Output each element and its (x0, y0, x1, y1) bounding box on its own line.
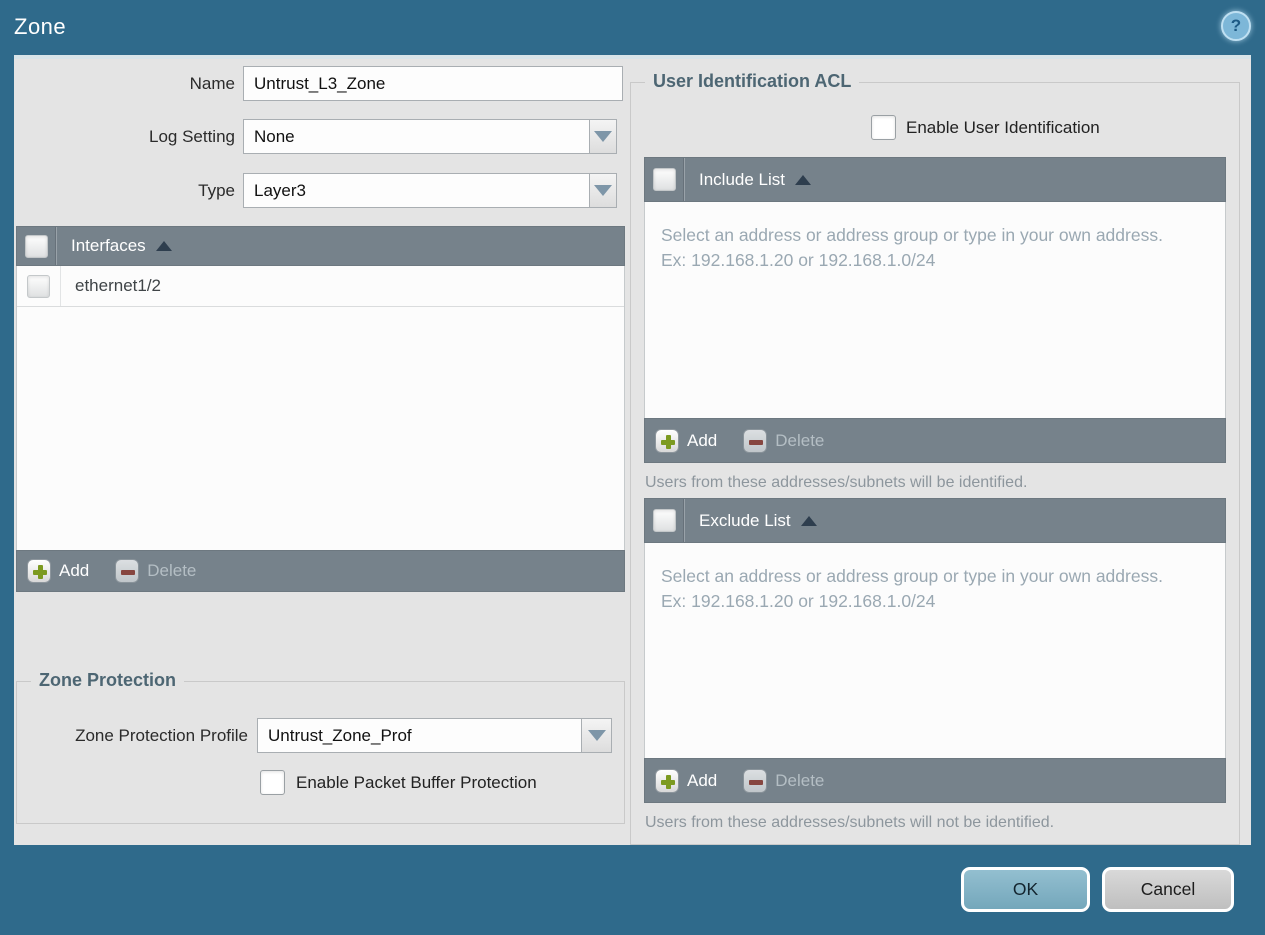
chevron-down-icon (594, 185, 612, 196)
type-label: Type (198, 181, 235, 200)
delete-minus-icon (743, 768, 768, 793)
interfaces-table-toolbar: Add Delete (16, 550, 625, 592)
delete-button-label: Delete (147, 561, 197, 580)
exclude-list-toolbar: Add Delete (644, 758, 1226, 803)
log-setting-value[interactable]: None (243, 119, 589, 154)
exclude-select-all-cell[interactable] (645, 499, 685, 542)
delete-button-label: Delete (775, 770, 825, 790)
ok-button[interactable]: OK (961, 867, 1090, 912)
add-plus-icon (655, 428, 679, 453)
log-setting-dropdown[interactable]: None (243, 119, 617, 154)
zone-protection-section: Zone Protection Zone Protection Profile … (16, 670, 625, 824)
include-delete-button[interactable]: Delete (743, 428, 825, 453)
zone-protection-profile-label: Zone Protection Profile (75, 726, 248, 745)
delete-minus-icon (115, 559, 140, 583)
include-list-toolbar: Add Delete (644, 418, 1226, 463)
interfaces-table: Interfaces ethernet1/2 Add Delete (16, 226, 625, 592)
interfaces-select-all-cell[interactable] (17, 227, 57, 265)
type-dropdown[interactable]: Layer3 (243, 173, 617, 208)
exclude-select-all-checkbox[interactable] (653, 509, 676, 532)
include-select-all-checkbox[interactable] (653, 168, 676, 191)
type-value[interactable]: Layer3 (243, 173, 589, 208)
include-list-body[interactable]: Select an address or address group or ty… (644, 202, 1226, 418)
include-add-button[interactable]: Add (655, 428, 718, 453)
sort-ascending-icon (155, 241, 172, 251)
include-list-table: Include List Select an address or addres… (644, 157, 1226, 463)
interfaces-table-body: ethernet1/2 (16, 266, 625, 550)
add-plus-icon (655, 768, 679, 793)
log-setting-label: Log Setting (148, 127, 235, 146)
add-button-label: Add (59, 561, 90, 580)
enable-user-identification-row: Enable User Identification (871, 115, 1100, 140)
packet-buffer-protection-checkbox[interactable] (260, 770, 285, 795)
interface-row[interactable]: ethernet1/2 (17, 266, 624, 307)
log-setting-dropdown-button[interactable] (589, 119, 617, 154)
include-list-placeholder: Select an address or address group or ty… (661, 225, 1163, 270)
enable-user-identification-checkbox[interactable] (871, 115, 896, 140)
dialog-title: Zone (14, 14, 67, 39)
interface-name[interactable]: ethernet1/2 (75, 276, 161, 296)
zone-protection-profile-dropdown-button[interactable] (581, 718, 612, 753)
exclude-list-column-header[interactable]: Exclude List (699, 511, 791, 531)
include-select-all-cell[interactable] (645, 158, 685, 201)
interface-row-checkbox[interactable] (27, 274, 50, 298)
interfaces-select-all-checkbox[interactable] (25, 234, 48, 258)
user-identification-acl-legend: User Identification ACL (645, 71, 860, 92)
chevron-down-icon (587, 730, 606, 741)
exclude-list-header[interactable]: Exclude List (644, 498, 1226, 543)
zone-protection-legend: Zone Protection (31, 670, 185, 691)
add-button-label: Add (687, 430, 718, 450)
type-dropdown-button[interactable] (589, 173, 617, 208)
exclude-add-button[interactable]: Add (655, 768, 718, 793)
exclude-list-body[interactable]: Select an address or address group or ty… (644, 543, 1226, 758)
name-label: Name (189, 74, 235, 93)
packet-buffer-protection-row: Enable Packet Buffer Protection (260, 770, 537, 795)
sort-ascending-icon (800, 515, 817, 526)
exclude-delete-button[interactable]: Delete (743, 768, 825, 793)
delete-minus-icon (743, 428, 768, 453)
help-icon[interactable]: ? (1221, 11, 1251, 41)
exclude-list-caption: Users from these addresses/subnets will … (645, 814, 1055, 831)
interfaces-delete-button[interactable]: Delete (115, 559, 196, 583)
packet-buffer-protection-label: Enable Packet Buffer Protection (296, 772, 537, 792)
zone-protection-profile-value[interactable]: Untrust_Zone_Prof (257, 718, 581, 753)
interface-row-checkbox-cell[interactable] (17, 266, 61, 306)
cancel-button[interactable]: Cancel (1102, 867, 1234, 912)
exclude-list-table: Exclude List Select an address or addres… (644, 498, 1226, 803)
question-mark-glyph: ? (1230, 16, 1242, 35)
add-plus-icon (27, 559, 51, 583)
include-list-header[interactable]: Include List (644, 157, 1226, 202)
include-list-column-header[interactable]: Include List (699, 170, 785, 190)
interfaces-table-header[interactable]: Interfaces (16, 226, 625, 266)
zone-dialog-body: Name Log Setting None Type Layer3 Interf… (14, 55, 1251, 845)
enable-user-identification-label: Enable User Identification (906, 117, 1100, 137)
name-input[interactable] (243, 66, 623, 101)
exclude-list-placeholder: Select an address or address group or ty… (661, 566, 1163, 611)
zone-protection-profile-dropdown[interactable]: Untrust_Zone_Prof (257, 718, 612, 753)
add-button-label: Add (687, 770, 718, 790)
include-list-caption: Users from these addresses/subnets will … (645, 474, 1028, 491)
delete-button-label: Delete (775, 430, 825, 450)
interfaces-column-header[interactable]: Interfaces (71, 236, 146, 256)
interfaces-add-button[interactable]: Add (27, 559, 89, 583)
sort-ascending-icon (795, 174, 811, 185)
user-identification-acl-section: User Identification ACL Enable User Iden… (630, 71, 1240, 845)
chevron-down-icon (594, 131, 612, 142)
